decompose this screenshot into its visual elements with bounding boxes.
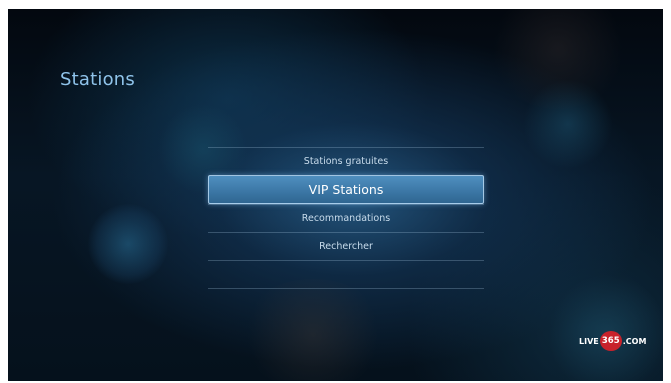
bokeh-decoration bbox=[548, 274, 663, 381]
live365-logo: LIVE 365 .COM bbox=[579, 331, 646, 351]
logo-suffix: .COM bbox=[622, 336, 647, 346]
menu-item-stations-gratuites[interactable]: Stations gratuites bbox=[208, 147, 484, 175]
menu-item-vip-stations[interactable]: VIP Stations bbox=[208, 175, 484, 204]
logo-prefix: LIVE bbox=[579, 336, 599, 346]
menu-divider bbox=[208, 288, 484, 289]
bokeh-decoration bbox=[88, 204, 168, 284]
bokeh-decoration bbox=[523, 79, 613, 169]
menu-item-empty bbox=[208, 260, 484, 288]
logo-badge: 365 bbox=[599, 331, 622, 351]
menu-item-recommandations[interactable]: Recommandations bbox=[208, 204, 484, 232]
tv-screen: Stations Stations gratuites VIP Stations… bbox=[8, 9, 663, 381]
menu-item-rechercher[interactable]: Rechercher bbox=[208, 232, 484, 260]
page-title: Stations bbox=[60, 69, 135, 90]
station-menu: Stations gratuites VIP Stations Recomman… bbox=[208, 147, 484, 289]
bokeh-decoration bbox=[488, 9, 628, 109]
bokeh-decoration bbox=[238, 279, 388, 381]
